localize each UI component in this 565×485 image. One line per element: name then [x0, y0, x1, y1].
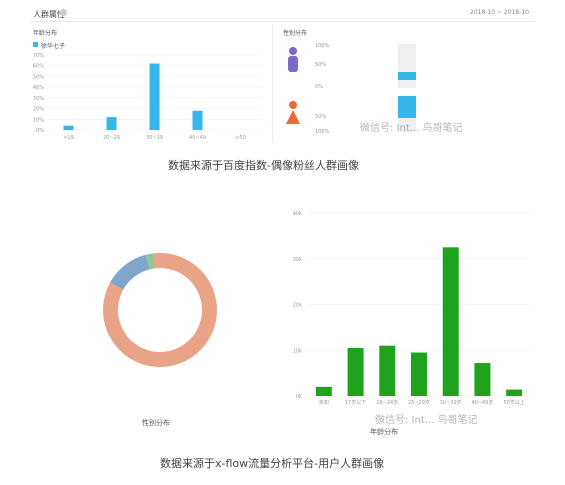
y-tick-label: 10k	[293, 348, 302, 354]
female-icon-body	[286, 110, 300, 124]
y-tick-label: 60%	[33, 64, 44, 70]
gender-tick-label: 50%	[315, 114, 326, 120]
pie-slice	[110, 254, 150, 290]
bottom-chart-title: 年龄分布	[370, 428, 398, 436]
gender-tick-label: 0%	[315, 84, 323, 90]
y-tick-label: 10%	[33, 117, 44, 123]
bar	[474, 363, 491, 396]
y-tick-label: 70%	[33, 53, 44, 59]
gender-tick-label: 50%	[315, 62, 326, 68]
y-tick-label: 50%	[33, 74, 44, 80]
bar	[149, 63, 160, 131]
bar	[411, 352, 427, 396]
x-tick-label: 40~49岁	[471, 399, 493, 406]
y-tick-label: 40%	[33, 85, 44, 91]
bar	[315, 386, 332, 396]
y-tick-label: 30k	[293, 257, 302, 263]
bar	[63, 125, 74, 130]
chart-canvas: 0% 10% 20% 30% 40% 50% 60% 70% <19 20~29 30~39 40~4…	[33, 43, 530, 406]
x-tick-label: <19	[63, 135, 74, 141]
x-tick-label: 未知	[319, 399, 329, 406]
y-tick-label: 20%	[33, 107, 44, 113]
x-tick-label: 25~29岁	[408, 399, 430, 406]
y-tick-label: 0%	[36, 128, 44, 134]
bar	[347, 347, 364, 396]
bar	[192, 110, 203, 130]
age-chart-top: 0% 10% 20% 30% 40% 50% 60% 70% <19 20~29 30~39 40~4…	[33, 53, 262, 141]
watermark-bottom: 微信号: Int... 鸟哥笔记	[375, 415, 478, 426]
bar	[442, 247, 459, 396]
donut-label: 性别分布	[142, 419, 170, 427]
y-tick-label: 40k	[293, 211, 302, 217]
y-tick-label: 30%	[33, 96, 44, 102]
bar-female	[398, 96, 416, 120]
female-icon	[289, 101, 297, 109]
x-tick-label: 17岁以下	[345, 399, 366, 406]
donut-chart	[103, 253, 218, 367]
caption-bottom: 数据来源于x-flow流量分析平台-用户人群画像	[160, 457, 385, 470]
x-tick-label: 30~39岁	[440, 399, 462, 406]
x-tick-label: 30~39	[146, 135, 163, 141]
bar	[506, 389, 523, 396]
bar	[379, 345, 396, 396]
bar	[106, 117, 117, 130]
male-track	[398, 44, 416, 88]
y-tick-label: 0k	[296, 394, 302, 400]
x-tick-label: >50	[235, 135, 246, 141]
gender-tick-label: 100%	[315, 43, 330, 49]
gender-tick-label: 100%	[315, 129, 330, 135]
bar-male	[398, 72, 416, 80]
age-chart-bottom: 0k 10k 20k 30k 40k 未知 17岁以下 18~24岁 25~29岁 30~39岁 4…	[293, 211, 530, 406]
male-icon	[289, 47, 297, 55]
x-tick-label: 50岁以上	[503, 399, 524, 406]
caption-top: 数据来源于百度指数-偶像粉丝人群画像	[168, 159, 359, 172]
male-icon-body	[288, 56, 298, 72]
x-tick-label: 20~29	[103, 135, 120, 141]
x-tick-label: 40~49	[189, 135, 206, 141]
y-tick-label: 20k	[293, 303, 302, 309]
watermark-top: 微信号: Int... 鸟哥笔记	[360, 123, 463, 134]
x-tick-label: 18~24岁	[376, 399, 398, 406]
